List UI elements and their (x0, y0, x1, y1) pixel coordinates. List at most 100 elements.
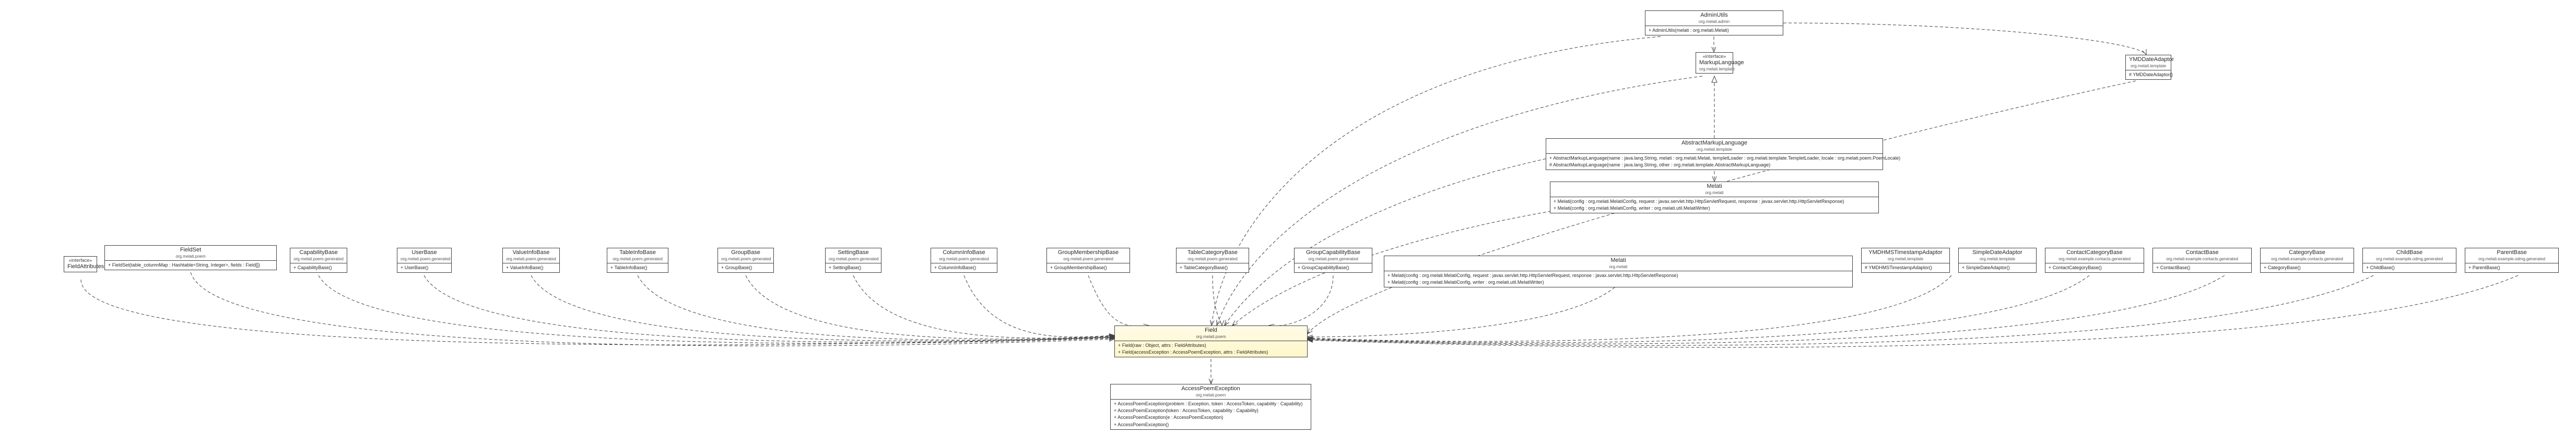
class-name: GroupMembershipBase (1050, 249, 1126, 257)
class-package: org.melati.poem (1114, 393, 1308, 398)
interface-markuplanguage[interactable]: «interface» MarkupLanguage org.melati.te… (1696, 52, 1733, 74)
ops: + Melati(config : org.melati.MelatiConfi… (1550, 197, 1878, 213)
ops: + ValueInfoBase() (503, 263, 559, 272)
ops: + ColumnInfoBase() (931, 263, 997, 272)
class-accesspoemexception[interactable]: AccessPoemException org.melati.poem + Ac… (1110, 384, 1311, 430)
class-tableinfobase[interactable]: TableInfoBaseorg.melati.poem.generated +… (607, 248, 668, 273)
class-name: GroupBase (721, 249, 770, 257)
ops: + GroupCapabilityBase() (1295, 263, 1372, 272)
class-simpledateadaptor[interactable]: SimpleDateAdaptororg.melati.template + S… (1958, 248, 2037, 273)
class-ymddateadaptor[interactable]: YMDDateAdaptor org.melati.template # YMD… (2125, 55, 2171, 80)
class-name: MarkupLanguage (1699, 59, 1730, 67)
ops: + Melati(config : org.melati.MelatiConfi… (1384, 271, 1852, 287)
class-name: Field (1118, 327, 1304, 334)
class-groupmembershipbase[interactable]: GroupMembershipBaseorg.melati.poem.gener… (1046, 248, 1130, 273)
class-name: CapabilityBase (293, 249, 344, 257)
class-package: org.melati.poem.generated (1050, 257, 1126, 262)
class-package: org.melati.poem.generated (721, 257, 770, 262)
class-name: Melati (1387, 257, 1849, 264)
class-name: UserBase (401, 249, 448, 257)
class-settingbase[interactable]: SettingBaseorg.melati.poem.generated + S… (825, 248, 881, 273)
interface-fieldattributes[interactable]: «interface» FieldAttributes (64, 256, 97, 272)
class-name: GroupCapabilityBase (1298, 249, 1369, 257)
class-name: ContactBase (2156, 249, 2248, 257)
class-contactbase[interactable]: ContactBaseorg.melati.example.contacts.g… (2152, 248, 2252, 273)
ops: + Field(raw : Object, attrs : FieldAttri… (1115, 341, 1307, 357)
class-valueinfobase[interactable]: ValueInfoBaseorg.melati.poem.generated +… (502, 248, 560, 273)
class-name: CategoryBase (2264, 249, 2350, 257)
ops: + SettingBase() (826, 263, 881, 272)
class-name: ColumnInfoBase (934, 249, 994, 257)
class-name: YMDHMSTimestampAdaptor (1865, 249, 1946, 257)
ops: + TableInfoBase() (607, 263, 668, 272)
class-groupbase[interactable]: GroupBaseorg.melati.poem.generated + Gro… (717, 248, 774, 273)
class-categorybase[interactable]: CategoryBaseorg.melati.example.contacts.… (2260, 248, 2354, 273)
ops: + UserBase() (397, 263, 451, 272)
class-name: ParentBase (2468, 249, 2555, 257)
class-name: ChildBase (2366, 249, 2453, 257)
class-userbase[interactable]: UserBaseorg.melati.poem.generated + User… (397, 248, 452, 273)
ops: + GroupMembershipBase() (1047, 263, 1130, 272)
class-name: ValueInfoBase (506, 249, 556, 257)
class-name: SimpleDateAdaptor (1962, 249, 2033, 257)
class-package: org.melati.example.contacts.generated (2049, 257, 2140, 262)
ops: + FieldSet(table_columnMap : Hashtable<S… (105, 261, 276, 270)
class-childbase[interactable]: ChildBaseorg.melati.example.odmg.generat… (2362, 248, 2456, 273)
class-adminutils[interactable]: AdminUtils org.melati.admin + AdminUtils… (1645, 10, 1783, 35)
class-columninfobase[interactable]: ColumnInfoBaseorg.melati.poem.generated … (931, 248, 997, 273)
class-package: org.melati.example.contacts.generated (2156, 257, 2248, 262)
class-ymdhmstimestampadaptor[interactable]: YMDHMSTimestampAdaptororg.melati.templat… (1861, 248, 1950, 273)
class-capabilitybase[interactable]: CapabilityBaseorg.melati.poem.generated … (290, 248, 347, 273)
class-package: org.melati.template (1699, 67, 1730, 72)
ops: + AdminUtils(melati : org.melati.Melati) (1645, 26, 1783, 35)
class-name: AccessPoemException (1114, 385, 1308, 393)
class-package: org.melati.poem.generated (610, 257, 665, 262)
class-package: org.melati.example.odmg.generated (2366, 257, 2453, 262)
class-name: TableInfoBase (610, 249, 665, 257)
class-name: AdminUtils (1649, 12, 1780, 19)
class-name: YMDDateAdaptor (2129, 56, 2168, 64)
class-contactcategorybase[interactable]: ContactCategoryBaseorg.melati.example.co… (2045, 248, 2144, 273)
ops: + ContactBase() (2153, 263, 2251, 272)
class-package: org.melati.poem.generated (829, 257, 878, 262)
class-package: org.melati.template (1549, 147, 1879, 152)
stereotype: «interface» (1699, 54, 1730, 59)
class-package: org.melati.poem.generated (293, 257, 344, 262)
ops: + ParentBase() (2465, 263, 2558, 272)
ops: + CategoryBase() (2261, 263, 2354, 272)
class-name: SettingBase (829, 249, 878, 257)
class-fieldset[interactable]: FieldSet org.melati.poem + FieldSet(tabl… (104, 245, 277, 270)
ops: + AbstractMarkupLanguage(name : java.lan… (1546, 154, 1883, 170)
class-package: org.melati.poem.generated (1180, 257, 1245, 262)
ops: # YMDHMSTimestampAdaptor() (1862, 263, 1949, 272)
class-package: org.melati.poem.generated (401, 257, 448, 262)
class-package: org.melati.poem (108, 254, 273, 259)
ops: + GroupBase() (718, 263, 773, 272)
class-name: TableCategoryBase (1180, 249, 1245, 257)
ops: + ContactCategoryBase() (2045, 263, 2144, 272)
ops: + SimpleDateAdaptor() (1959, 263, 2036, 272)
class-melati-top[interactable]: Melati org.melati + Melati(config : org.… (1550, 182, 1879, 213)
class-name: FieldAttributes (67, 263, 93, 271)
class-package: org.melati.admin (1649, 19, 1780, 25)
class-name: ContactCategoryBase (2049, 249, 2140, 257)
class-name: AbstractMarkupLanguage (1549, 140, 1879, 147)
ops: + CapabilityBase() (290, 263, 347, 272)
class-parentbase[interactable]: ParentBaseorg.melati.example.odmg.genera… (2465, 248, 2559, 273)
class-name: FieldSet (108, 247, 273, 254)
ops: + AccessPoemException(problem : Exceptio… (1111, 400, 1311, 429)
class-tablecategorybase[interactable]: TableCategoryBaseorg.melati.poem.generat… (1176, 248, 1249, 273)
class-package: org.melati (1554, 190, 1875, 196)
class-field[interactable]: Field org.melati.poem + Field(raw : Obje… (1114, 326, 1308, 357)
class-package: org.melati.poem (1118, 334, 1304, 340)
class-package: org.melati.template (1962, 257, 2033, 262)
class-groupcapabilitybase[interactable]: GroupCapabilityBaseorg.melati.poem.gener… (1294, 248, 1372, 273)
class-abstractmarkuplanguage[interactable]: AbstractMarkupLanguage org.melati.templa… (1546, 138, 1883, 170)
class-package: org.melati.poem.generated (934, 257, 994, 262)
class-package: org.melati.poem.generated (506, 257, 556, 262)
class-package: org.melati.example.odmg.generated (2468, 257, 2555, 262)
stereotype: «interface» (67, 258, 93, 263)
class-package: org.melati (1387, 264, 1849, 270)
class-melati-row[interactable]: Melati org.melati + Melati(config : org.… (1384, 256, 1853, 287)
class-package: org.melati.example.contacts.generated (2264, 257, 2350, 262)
